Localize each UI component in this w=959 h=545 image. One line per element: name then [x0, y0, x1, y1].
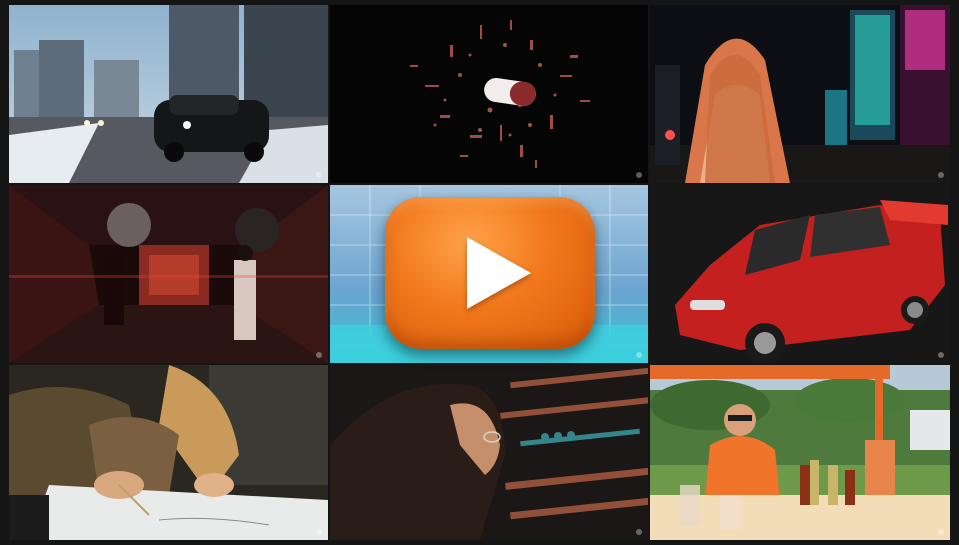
watermark-icon [938, 529, 944, 535]
video-thumbnail-red-hatchback-car[interactable] [650, 185, 950, 363]
thumbnail-image [9, 5, 328, 183]
thumbnail-image [650, 185, 950, 363]
thumbnail-image [330, 365, 648, 540]
thumbnail-image [9, 365, 328, 540]
video-thumbnail-exploding-pill[interactable] [330, 5, 648, 183]
video-thumbnail-woman-neon-city[interactable] [650, 5, 950, 183]
play-icon [467, 237, 531, 309]
watermark-icon [938, 352, 944, 358]
thumbnail-image [650, 365, 950, 540]
video-thumbnail-woman-drawing[interactable] [9, 365, 328, 540]
watermark-icon [316, 529, 322, 535]
video-thumbnail-woman-glasses-neon[interactable] [330, 365, 648, 540]
watermark-icon [636, 172, 642, 178]
watermark-icon [636, 352, 642, 358]
thumbnail-image [330, 5, 648, 183]
thumbnail-image [650, 5, 950, 183]
video-thumbnail-city-street-car[interactable] [9, 5, 328, 183]
watermark-icon [316, 352, 322, 358]
video-thumbnail-lemonade-stand-man[interactable] [650, 365, 950, 540]
watermark-icon [316, 172, 322, 178]
watermark-icon [636, 529, 642, 535]
watermark-icon [938, 172, 944, 178]
play-button[interactable] [385, 197, 595, 349]
thumbnail-image [9, 185, 328, 363]
video-thumbnail-red-lit-tram-interior[interactable] [9, 185, 328, 363]
